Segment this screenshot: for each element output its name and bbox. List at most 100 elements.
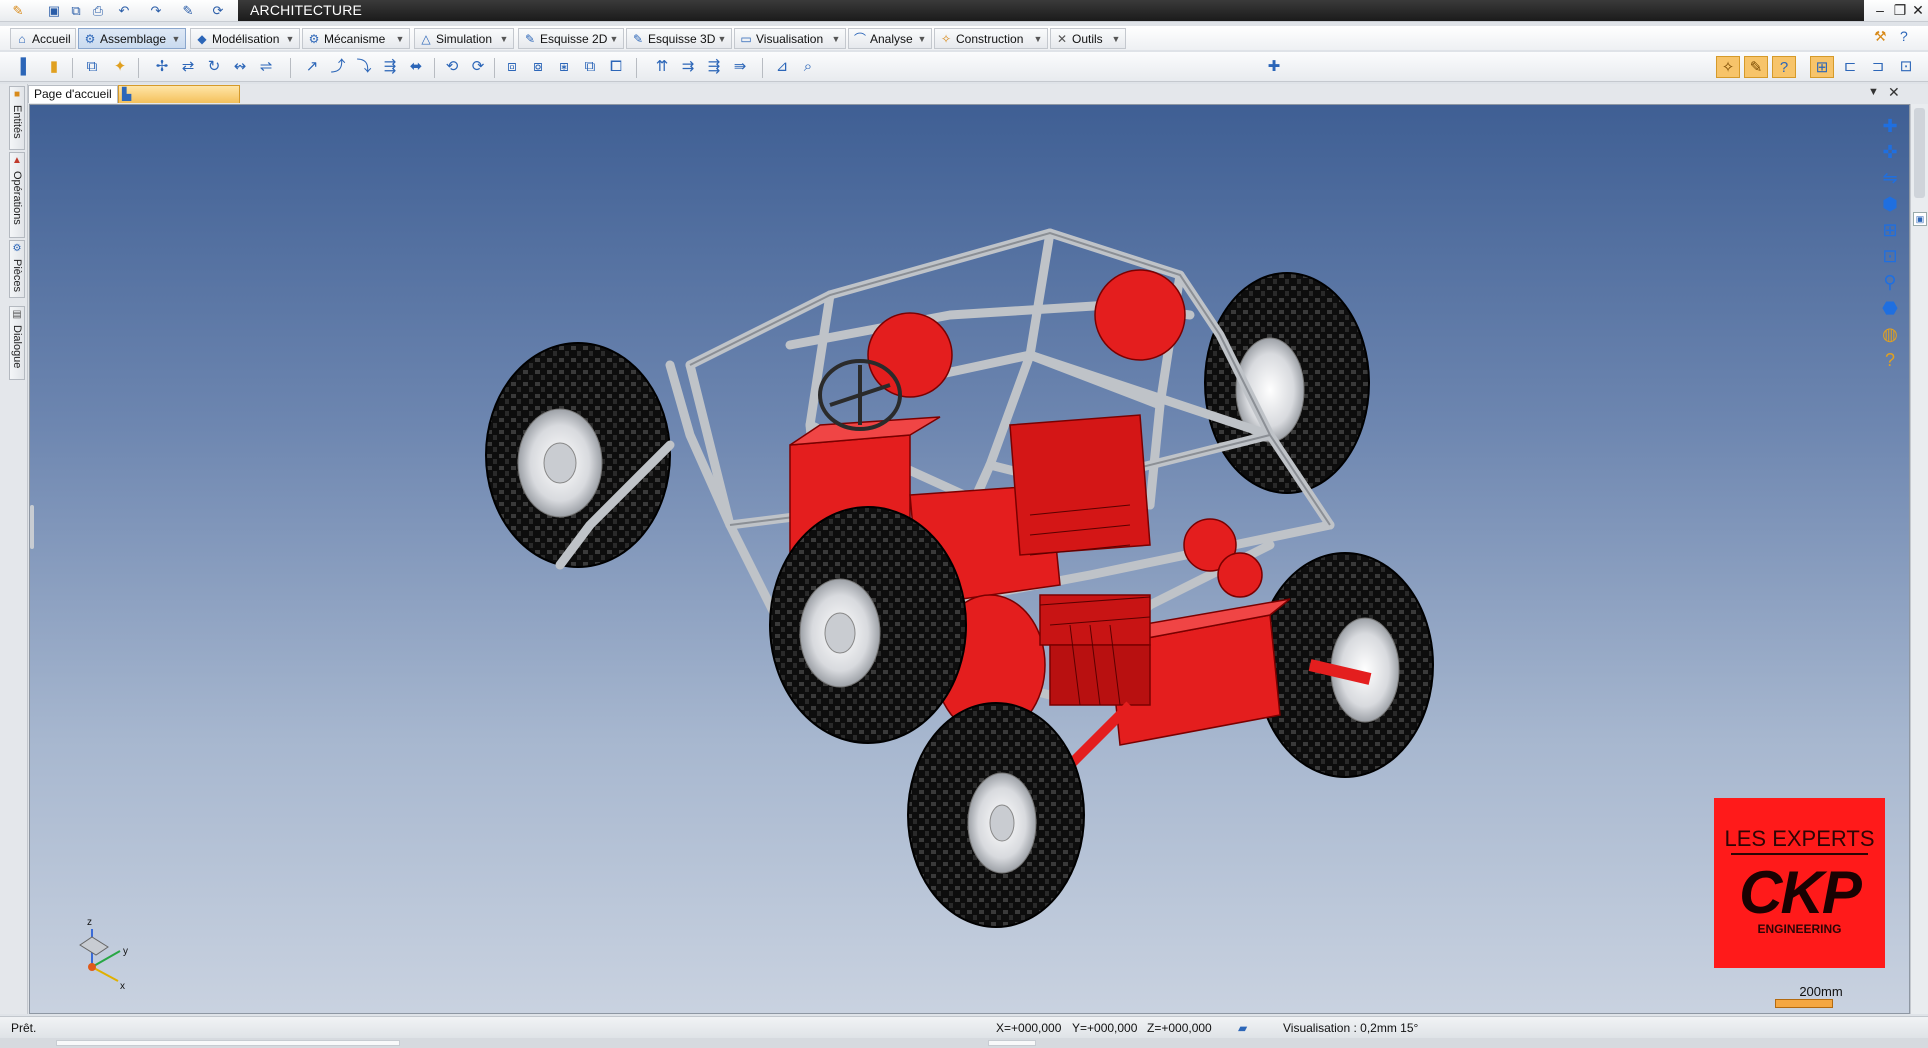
minimize-icon[interactable]: – <box>1870 2 1890 20</box>
pan-icon[interactable]: ✜ <box>1877 139 1903 165</box>
chevron-down-icon[interactable]: ▼ <box>1110 32 1122 46</box>
measure-icon[interactable]: ⊿ <box>770 56 794 78</box>
tree-view-icon[interactable]: ⊏ <box>1838 56 1862 78</box>
app-menu-icon[interactable]: ✎ <box>8 2 28 20</box>
replace-icon[interactable]: ⧉ <box>578 56 602 78</box>
display-mode-icon[interactable]: ▰ <box>1238 1021 1247 1035</box>
tab-esquisse-3d[interactable]: ✎ Esquisse 3D ▼ <box>626 28 732 49</box>
chevron-down-icon[interactable]: ▼ <box>498 32 510 46</box>
options-icon[interactable]: ⚒ <box>1874 28 1887 45</box>
rotate-component-icon[interactable]: ⤴ <box>326 56 350 78</box>
constraint-fix-icon[interactable]: ⇌ <box>254 56 278 78</box>
align-icon[interactable]: ⇶ <box>378 56 402 78</box>
chevron-down-icon[interactable]: ▼ <box>394 32 406 46</box>
axis-system-icon[interactable]: ✚ <box>1262 56 1286 78</box>
bom-icon[interactable]: ⇈ <box>650 56 674 78</box>
chevron-down-icon[interactable]: ▼ <box>170 32 182 46</box>
tab-assemblage[interactable]: ⚙ Assemblage ▼ <box>78 28 186 49</box>
layout-mode-icon[interactable]: ⊞ <box>1810 56 1834 78</box>
appearance-icon[interactable]: ◍ <box>1877 321 1903 347</box>
tab-simulation[interactable]: △ Simulation ▼ <box>414 28 514 49</box>
undo-icon[interactable]: ↶ <box>114 2 134 20</box>
scrollbar-thumb[interactable] <box>1914 108 1925 198</box>
tab-visualisation[interactable]: ▭ Visualisation ▼ <box>734 28 846 49</box>
chevron-down-icon[interactable]: ▼ <box>916 32 928 46</box>
pencil-mode-icon[interactable]: ✎ <box>1744 56 1768 78</box>
tab-accueil[interactable]: ⌂ Accueil <box>10 28 76 49</box>
side-tab-parts[interactable]: ⚙ Pièces <box>9 240 25 298</box>
manipulate-icon[interactable]: ⬌ <box>404 56 428 78</box>
scale-label: 200mm <box>1799 984 1843 999</box>
save-icon[interactable]: ▣ <box>44 2 64 20</box>
redo-icon[interactable]: ↷ <box>146 2 166 20</box>
toolbar: ▌ ▮ ⧉ ✦ ✢ ⇄ ↻ ↭ ⇌ ↗ ⤴ ⤵ ⇶ ⬌ ⟲ ⟳ ⧈ ⧇ ⧆ ⧉ … <box>0 52 1928 82</box>
tab-mecanisme[interactable]: ⚙ Mécanisme ▼ <box>302 28 410 49</box>
pattern-icon[interactable]: ⧇ <box>526 56 550 78</box>
doc-close-icon[interactable]: ✕ <box>1888 84 1900 101</box>
vertical-scrollbar[interactable]: ▣ <box>1910 104 1928 1014</box>
tab-esquisse-2d[interactable]: ✎ Esquisse 2D ▼ <box>518 28 624 49</box>
assembly-manager-icon[interactable]: ⧉ <box>80 56 104 78</box>
snap-icon[interactable]: ⤵ <box>352 56 376 78</box>
help-icon[interactable]: ? <box>1900 28 1908 44</box>
refresh-icon[interactable]: ⟳ <box>208 2 228 20</box>
restore-icon[interactable]: ❐ <box>1890 2 1910 20</box>
query-mode-icon[interactable]: ? <box>1772 56 1796 78</box>
catalog-icon[interactable]: ⇉ <box>676 56 700 78</box>
chevron-down-icon[interactable]: ▼ <box>608 32 620 46</box>
fasteners-icon[interactable]: ⇶ <box>702 56 726 78</box>
3d-viewport[interactable]: z y x ✚ ✜ ⇋ ⬢ ⊞ ⊡ ⚲ ⬣ ◍ ? LES EXPERTS CK… <box>29 104 1910 1014</box>
chevron-down-icon[interactable]: ▼ <box>284 32 296 46</box>
tab-active-document[interactable]: ▙ <box>118 85 240 103</box>
side-tab-operations[interactable]: ▲ Opérations <box>9 152 25 238</box>
update-icon[interactable]: ⟲ <box>440 56 464 78</box>
wheel-front-right <box>1256 552 1434 778</box>
smart-parts-icon[interactable]: ⇛ <box>728 56 752 78</box>
constraint-contact-icon[interactable]: ⇄ <box>176 56 200 78</box>
chevron-down-icon[interactable]: ▼ <box>1032 32 1044 46</box>
assembly-icon: ⚙ <box>84 31 96 46</box>
new-part-icon[interactable]: ▌ <box>14 56 38 78</box>
explode-icon[interactable]: ✦ <box>108 56 132 78</box>
zoom-all-icon[interactable]: ⊡ <box>1877 243 1903 269</box>
construction-mode-icon[interactable]: ✧ <box>1716 56 1740 78</box>
side-tab-entities[interactable]: ■ Entités <box>9 86 25 150</box>
side-tab-dialog[interactable]: ▤ Dialogue <box>9 306 25 380</box>
constraint-offset-icon[interactable]: ↻ <box>202 56 226 78</box>
save-all-icon[interactable]: ⧉ <box>66 2 86 20</box>
multi-view-icon[interactable]: ⊞ <box>1877 217 1903 243</box>
mirror-icon[interactable]: ⧆ <box>552 56 576 78</box>
properties-icon[interactable]: ⊐ <box>1866 56 1890 78</box>
rotate-view-icon[interactable]: ⇋ <box>1877 165 1903 191</box>
windows-icon[interactable]: ⊡ <box>1894 56 1918 78</box>
tab-construction[interactable]: ✧ Construction ▼ <box>934 28 1048 49</box>
edit-icon[interactable]: ✎ <box>178 2 198 20</box>
chevron-down-icon[interactable]: ▼ <box>830 32 842 46</box>
section-icon[interactable]: ⧈ <box>500 56 524 78</box>
tab-analyse[interactable]: ⌒ Analyse ▼ <box>848 28 932 49</box>
buggy-model[interactable]: z y x <box>30 105 1910 1014</box>
constraint-angle-icon[interactable]: ↭ <box>228 56 252 78</box>
help-view-icon[interactable]: ? <box>1877 347 1903 373</box>
print-icon[interactable]: ⎙ <box>88 2 108 20</box>
doc-menu-chevron-icon[interactable]: ▼ <box>1868 86 1879 98</box>
check-interference-icon[interactable]: ⟳ <box>466 56 490 78</box>
shaded-view-icon[interactable]: ⬣ <box>1877 295 1903 321</box>
measure-options-icon[interactable]: ⌕ <box>796 56 820 78</box>
insert-component-icon[interactable]: ▮ <box>42 56 66 78</box>
left-splitter-handle[interactable] <box>30 505 34 549</box>
zoom-icon[interactable]: ⚲ <box>1877 269 1903 295</box>
save-as-icon[interactable]: ⧠ <box>604 56 628 78</box>
tab-label: Construction <box>956 31 1024 46</box>
panel-toggle-icon[interactable]: ▣ <box>1913 212 1927 226</box>
tab-modelisation[interactable]: ◆ Modélisation ▼ <box>190 28 300 49</box>
constraint-coincidence-icon[interactable]: ✢ <box>150 56 174 78</box>
chevron-down-icon[interactable]: ▼ <box>716 32 728 46</box>
tab-outils[interactable]: ✕ Outils ▼ <box>1050 28 1126 49</box>
standard-views-icon[interactable]: ⬢ <box>1877 191 1903 217</box>
tab-home-page[interactable]: Page d'accueil <box>28 85 118 103</box>
tab-label: Modélisation <box>212 31 280 46</box>
close-icon[interactable]: ✕ <box>1908 2 1928 20</box>
add-view-icon[interactable]: ✚ <box>1877 113 1903 139</box>
move-component-icon[interactable]: ↗ <box>300 56 324 78</box>
